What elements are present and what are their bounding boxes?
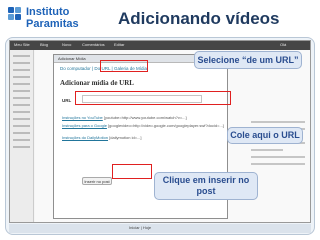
highlight-url-tab xyxy=(100,60,148,72)
admin-bar: Meu Site Blog Novo Comentários Editar Ol… xyxy=(10,41,310,50)
logo: Instituto Paramitas xyxy=(4,3,90,39)
admin-bar-item[interactable]: Editar xyxy=(114,42,124,47)
admin-bar-item[interactable]: Blog xyxy=(40,42,48,47)
instruction-text: [googlevideo=http://video.google.com/goo… xyxy=(108,123,224,128)
instruction-link[interactable]: Instruções do DailyMotion xyxy=(62,135,108,140)
modal-heading: Adicionar mídia de URL xyxy=(60,79,134,87)
admin-sidebar xyxy=(10,50,34,222)
insert-into-post-button[interactable]: Inserir no post xyxy=(82,177,112,185)
status-text: Iniciar | Hoje xyxy=(129,225,152,230)
admin-bar-item[interactable]: Olá xyxy=(280,42,286,47)
admin-bar-item[interactable]: Comentários xyxy=(82,42,105,47)
instruction-text: [dailymotion id=...] xyxy=(109,135,142,140)
admin-bar-item[interactable]: Novo xyxy=(62,42,71,47)
url-label: URL xyxy=(62,98,72,103)
instruction-dailymotion: Instruções do DailyMotion [dailymotion i… xyxy=(62,135,142,140)
logo-text-line2: Paramitas xyxy=(26,18,79,30)
logo-text-line1: Instituto xyxy=(26,6,70,18)
instruction-youtube: Instruções no YouTube [youtube=http://ww… xyxy=(62,115,187,120)
admin-bar-item[interactable]: Meu Site xyxy=(14,42,30,47)
highlight-url-field xyxy=(75,91,231,105)
instruction-text: [youtube=http://www.youtube.com/watch?v=… xyxy=(103,115,187,120)
callout-select-url: Selecione “de um URL” xyxy=(194,51,302,69)
modal-title: Adicionar Mídia xyxy=(58,56,86,61)
logo-icon xyxy=(8,7,24,25)
callout-click-insert: Clique em inserir no post xyxy=(154,172,258,200)
status-bar: Iniciar | Hoje xyxy=(9,224,311,233)
instruction-link[interactable]: Instruções no YouTube xyxy=(62,115,103,120)
callout-paste-url: Cole aqui o URL xyxy=(227,127,303,144)
instruction-link[interactable]: Instruções para o Google xyxy=(62,123,107,128)
instruction-google: Instruções para o Google [googlevideo=ht… xyxy=(62,123,224,128)
slide-title: Adicionando vídeos xyxy=(118,9,280,28)
highlight-insert-button xyxy=(112,164,152,179)
